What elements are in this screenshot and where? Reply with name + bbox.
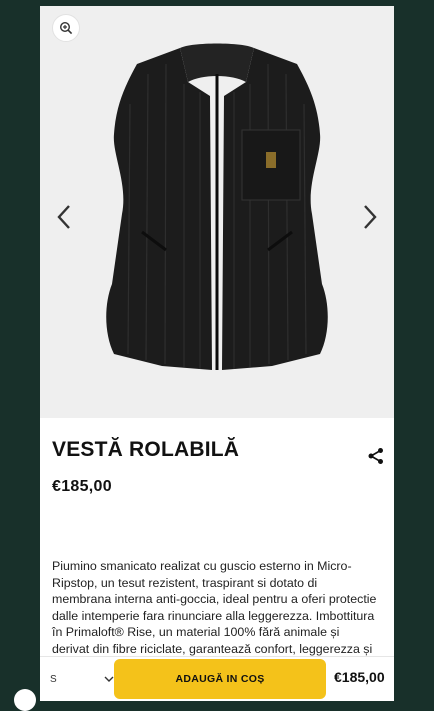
product-price: €185,00 [52,478,112,495]
zoom-button[interactable] [52,14,80,42]
chevron-down-icon [104,676,114,682]
size-select[interactable]: S [50,667,114,691]
product-gallery[interactable] [40,6,394,418]
share-icon [368,448,383,464]
previous-image-button[interactable] [52,199,76,235]
purchase-bar: S ADAUGĂ IN COȘ €185,00 [40,656,394,701]
product-image [106,43,328,370]
product-card: VESTĂ ROLABILĂ €185,00 Piumino smanicato… [40,6,394,700]
chevron-right-icon [364,205,377,229]
bar-price: €185,00 [334,669,385,685]
zoom-in-icon [59,21,73,35]
share-button[interactable] [366,446,386,466]
add-to-cart-button[interactable]: ADAUGĂ IN COȘ [114,659,326,699]
product-title: VESTĂ ROLABILĂ [52,438,240,461]
size-value: S [50,673,57,685]
next-image-button[interactable] [358,199,382,235]
chevron-left-icon [57,205,70,229]
floating-corner-button[interactable] [14,689,36,711]
